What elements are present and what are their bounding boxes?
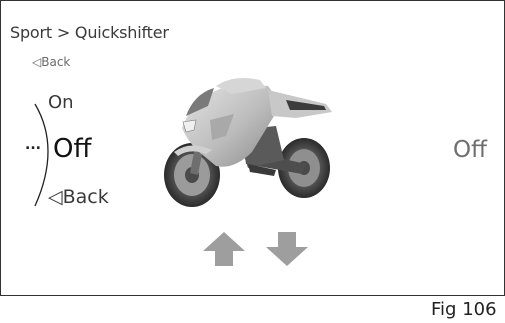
current-value: Off (453, 137, 487, 163)
display-screen: Sport > Quickshifter ◁Back ... On Off ◁B… (0, 0, 505, 296)
back-arrow-icon: ◁ (48, 186, 63, 208)
motorcycle-icon (164, 78, 332, 207)
menu-option-back-label: Back (62, 186, 109, 208)
more-options-icon[interactable]: ... (25, 137, 41, 153)
arrow-up-icon[interactable] (202, 231, 246, 267)
menu-option-back[interactable]: ◁Back (48, 186, 109, 208)
menu-option-on[interactable]: On (48, 92, 74, 113)
figure-caption: Fig 106 (431, 299, 497, 320)
menu-option-off-selected[interactable]: Off (53, 134, 91, 164)
arrow-down-icon[interactable] (265, 231, 309, 267)
